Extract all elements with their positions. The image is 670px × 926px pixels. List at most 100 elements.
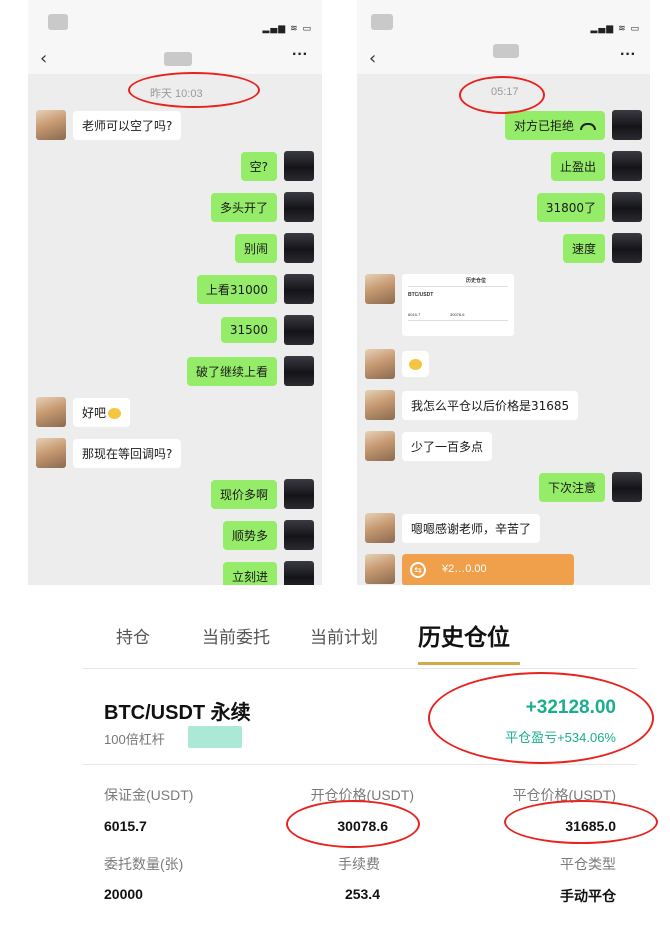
message-bubble: 多头开了 xyxy=(210,192,277,222)
message-row: 对方已拒绝 xyxy=(504,110,642,140)
transfer-bubble[interactable]: ⇆ ¥2…0.00 xyxy=(402,554,574,585)
trading-pair: BTC/USDT 永续 xyxy=(104,702,251,724)
message-bubble: 别闹 xyxy=(234,233,277,263)
avatar[interactable] xyxy=(612,233,642,263)
avatar[interactable] xyxy=(365,390,395,420)
timestamp: 05:17 xyxy=(491,86,519,98)
shared-screenshot-image[interactable]: 历史仓位 BTC/USDT 6015.7 30078.6 xyxy=(402,274,514,336)
tab-history-positions[interactable]: 历史仓位 xyxy=(418,618,510,652)
avatar[interactable] xyxy=(284,274,314,304)
avatar[interactable] xyxy=(284,233,314,263)
message-row: 上看31000 xyxy=(196,274,314,304)
message-row: 31500 xyxy=(220,315,314,345)
message-row: 嗯嗯感谢老师，辛苦了 xyxy=(365,513,541,543)
message-row: 那现在等回调吗? xyxy=(36,438,182,468)
image-value-text: 30078.6 xyxy=(450,312,465,317)
chat-header: ‹ ··· xyxy=(357,44,650,74)
blurred-contact-name xyxy=(164,52,192,66)
timestamp: 昨天 10:03 xyxy=(150,88,203,100)
avatar[interactable] xyxy=(365,274,395,304)
left-chat-screenshot: ▂▄▆ ≋ ▭ ‹ ··· 昨天 10:03 老师可以空了吗? 空? 多头开了 … xyxy=(28,0,322,585)
close-type-value: 手动平仓 xyxy=(560,888,616,904)
active-tab-indicator xyxy=(418,662,520,665)
message-bubble: 嗯嗯感谢老师，辛苦了 xyxy=(402,513,541,543)
avatar[interactable] xyxy=(365,349,395,379)
message-bubble: 止盈出 xyxy=(550,151,605,181)
message-row: ⇆ ¥2…0.00 xyxy=(365,554,574,585)
message-bubble xyxy=(402,351,429,377)
tab-positions[interactable]: 持仓 xyxy=(116,623,150,648)
right-chat-screenshot: ▂▄▆ ≋ ▭ ‹ ··· 05:17 对方已拒绝 止盈出 31800了 速度 … xyxy=(357,0,650,585)
quantity-label: 委托数量(张) xyxy=(104,856,184,872)
message-row: 现价多啊 xyxy=(210,479,314,509)
message-row: 立刻进 xyxy=(222,561,314,585)
avatar[interactable] xyxy=(284,315,314,345)
back-icon[interactable]: ‹ xyxy=(40,48,47,69)
leverage-label: 100倍杠杆 xyxy=(104,732,165,747)
message-row: 好吧 xyxy=(36,397,131,427)
avatar[interactable] xyxy=(284,520,314,550)
message-row xyxy=(365,349,429,379)
realized-pnl: +32128.00 xyxy=(525,697,616,718)
status-bar: ▂▄▆ ≋ ▭ xyxy=(357,0,650,44)
message-text: 对方已拒绝 xyxy=(513,118,574,133)
tab-plans[interactable]: 当前计划 xyxy=(310,623,378,648)
avatar[interactable] xyxy=(284,561,314,585)
divider xyxy=(408,286,508,287)
emoji-icon xyxy=(409,359,422,370)
image-tab-text: 历史仓位 xyxy=(466,278,487,284)
avatar[interactable] xyxy=(284,192,314,222)
message-row: 空? xyxy=(240,151,314,181)
avatar[interactable] xyxy=(612,472,642,502)
message-bubble: 下次注意 xyxy=(538,472,605,502)
emoji-icon xyxy=(108,407,122,419)
message-row: 止盈出 xyxy=(550,151,642,181)
message-bubble: 立刻进 xyxy=(222,561,277,585)
avatar[interactable] xyxy=(284,356,314,386)
more-options-icon[interactable]: ··· xyxy=(620,46,636,64)
avatar[interactable] xyxy=(365,554,395,584)
avatar[interactable] xyxy=(365,431,395,461)
transfer-amount: ¥2…0.00 xyxy=(442,563,487,575)
phone-call-icon xyxy=(580,122,596,130)
avatar[interactable] xyxy=(284,151,314,181)
message-bubble: 我怎么平仓以后价格是31685 xyxy=(402,390,579,420)
transfer-icon: ⇆ xyxy=(410,562,426,578)
back-icon[interactable]: ‹ xyxy=(369,48,376,69)
blurred-badge xyxy=(188,726,242,748)
avatar[interactable] xyxy=(36,397,66,427)
message-bubble: 那现在等回调吗? xyxy=(73,438,182,468)
image-value-text: 6015.7 xyxy=(408,312,421,317)
margin-value: 6015.7 xyxy=(104,818,147,834)
avatar[interactable] xyxy=(365,513,395,543)
message-row: 历史仓位 BTC/USDT 6015.7 30078.6 xyxy=(365,274,514,336)
quantity-value: 20000 xyxy=(104,886,143,902)
system-icons: ▂▄▆ ≋ ▭ xyxy=(590,24,640,34)
message-bubble: 老师可以空了吗? xyxy=(73,110,182,140)
tab-open-orders[interactable]: 当前委托 xyxy=(202,623,270,648)
avatar[interactable] xyxy=(36,110,66,140)
message-text: 好吧 xyxy=(82,405,107,420)
message-row: 破了继续上看 xyxy=(186,356,314,386)
avatar[interactable] xyxy=(612,151,642,181)
message-bubble: 好吧 xyxy=(73,397,131,427)
message-row: 31800了 xyxy=(536,192,642,222)
blurred-carrier xyxy=(48,14,68,30)
avatar[interactable] xyxy=(284,479,314,509)
call-declined-bubble[interactable]: 对方已拒绝 xyxy=(504,110,605,140)
margin-label: 保证金(USDT) xyxy=(104,787,194,803)
message-bubble: 上看31000 xyxy=(196,274,277,304)
open-price-label: 开仓价格(USDT) xyxy=(310,787,414,803)
message-row: 多头开了 xyxy=(210,192,314,222)
avatar[interactable] xyxy=(612,110,642,140)
message-bubble: 破了继续上看 xyxy=(186,356,277,386)
blurred-carrier xyxy=(371,14,393,30)
more-options-icon[interactable]: ··· xyxy=(292,46,308,64)
avatar[interactable] xyxy=(612,192,642,222)
message-row: 老师可以空了吗? xyxy=(36,110,182,140)
close-type-label: 平仓类型 xyxy=(560,856,616,872)
avatar[interactable] xyxy=(36,438,66,468)
message-bubble: 少了一百多点 xyxy=(402,431,493,461)
message-row: 别闹 xyxy=(234,233,314,263)
open-price-value: 30078.6 xyxy=(337,818,388,834)
